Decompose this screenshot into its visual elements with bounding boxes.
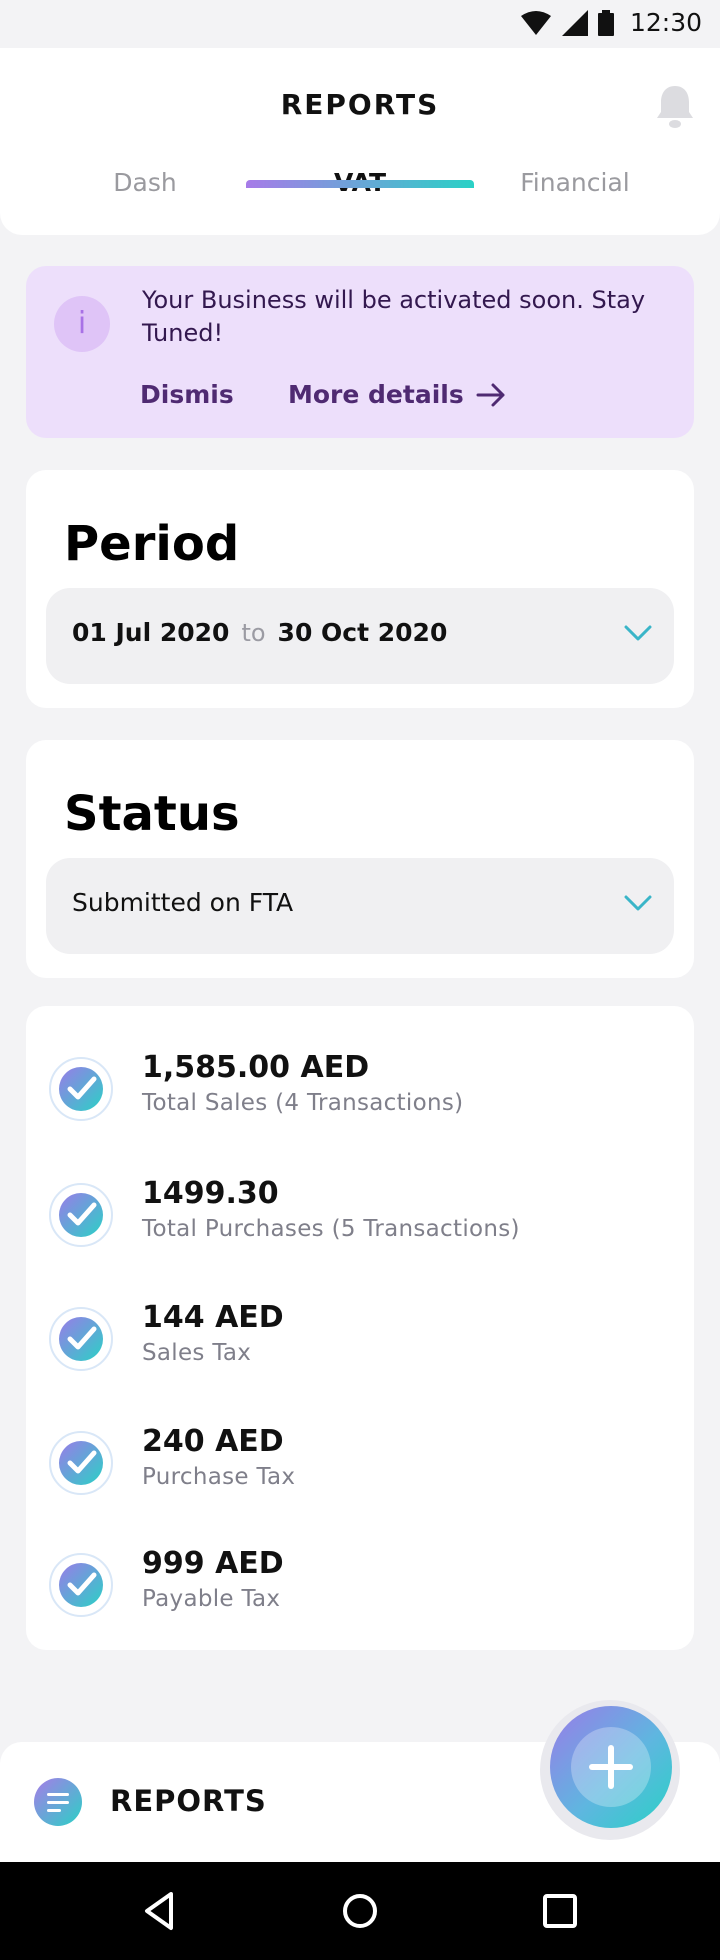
tab-financial[interactable]: Financial <box>460 168 690 197</box>
summary-item-sales-tax: 144 AED Sales Tax <box>48 1300 668 1380</box>
battery-icon <box>597 9 614 36</box>
summary-value: 1,585.00 AED <box>142 1050 370 1085</box>
period-from: 01 Jul 2020 <box>72 618 230 647</box>
bottom-bar-title: REPORTS <box>110 1784 267 1818</box>
period-title: Period <box>64 516 240 572</box>
activation-banner: i Your Business will be activated soon. … <box>26 266 694 438</box>
status-selected: Submitted on FTA <box>72 888 294 917</box>
period-range: 01 Jul 2020 to 30 Oct 2020 <box>72 618 447 647</box>
page-title: REPORTS <box>280 88 440 121</box>
summary-item-purchase-tax: 240 AED Purchase Tax <box>48 1424 668 1504</box>
wifi-icon <box>520 10 551 35</box>
arrow-right-icon <box>476 383 505 406</box>
back-icon[interactable] <box>137 1888 183 1934</box>
chevron-down-icon <box>624 895 652 911</box>
period-to-word: to <box>241 619 266 647</box>
summary-value: 999 AED <box>142 1546 284 1581</box>
check-circle-icon <box>49 1553 113 1617</box>
home-icon[interactable] <box>337 1888 383 1934</box>
signal-icon <box>561 9 588 36</box>
summary-label: Total Purchases (5 Transactions) <box>142 1216 520 1242</box>
active-tab-indicator <box>246 180 474 188</box>
status-selector[interactable]: Submitted on FTA <box>46 858 674 954</box>
check-circle-icon <box>49 1307 113 1371</box>
banner-message: Your Business will be activated soon. St… <box>142 286 646 347</box>
summary-label: Sales Tax <box>142 1340 252 1366</box>
dismiss-button[interactable]: Dismis <box>140 380 234 409</box>
status-bar: 12:30 <box>0 0 720 48</box>
period-to: 30 Oct 2020 <box>277 618 448 647</box>
more-details-link[interactable]: More details <box>288 380 506 409</box>
summary-item-payable-tax: 999 AED Payable Tax <box>48 1546 668 1626</box>
status-time: 12:30 <box>629 8 702 37</box>
summary-value: 1499.30 <box>142 1176 279 1211</box>
summary-label: Purchase Tax <box>142 1464 296 1490</box>
summary-value: 144 AED <box>142 1300 284 1335</box>
summary-label: Total Sales (4 Transactions) <box>142 1090 464 1116</box>
bell-icon[interactable] <box>654 82 696 130</box>
chevron-down-icon <box>624 625 652 641</box>
plus-icon <box>571 1727 651 1807</box>
tab-bar: Dash VAT Financial <box>0 168 720 235</box>
status-title: Status <box>64 786 240 842</box>
summary-item-total-sales: 1,585.00 AED Total Sales (4 Transactions… <box>48 1050 668 1130</box>
header-card: REPORTS Dash VAT Financial <box>0 48 720 235</box>
menu-icon[interactable] <box>34 1778 82 1826</box>
check-circle-icon <box>49 1183 113 1247</box>
check-circle-icon <box>49 1057 113 1121</box>
tab-dash[interactable]: Dash <box>30 168 260 197</box>
vat-summary-card: 1,585.00 AED Total Sales (4 Transactions… <box>26 1006 694 1650</box>
info-icon: i <box>54 296 110 352</box>
summary-value: 240 AED <box>142 1424 284 1459</box>
status-icons: 12:30 <box>520 8 702 37</box>
summary-label: Payable Tax <box>142 1586 281 1612</box>
summary-item-total-purchases: 1499.30 Total Purchases (5 Transactions) <box>48 1176 668 1256</box>
check-circle-icon <box>49 1431 113 1495</box>
add-button[interactable] <box>550 1706 672 1828</box>
recents-icon[interactable] <box>537 1888 583 1934</box>
more-details-label: More details <box>288 380 464 409</box>
status-card: Status Submitted on FTA <box>26 740 694 978</box>
period-card: Period 01 Jul 2020 to 30 Oct 2020 <box>26 470 694 708</box>
system-nav-bar <box>0 1862 720 1960</box>
period-selector[interactable]: 01 Jul 2020 to 30 Oct 2020 <box>46 588 674 684</box>
